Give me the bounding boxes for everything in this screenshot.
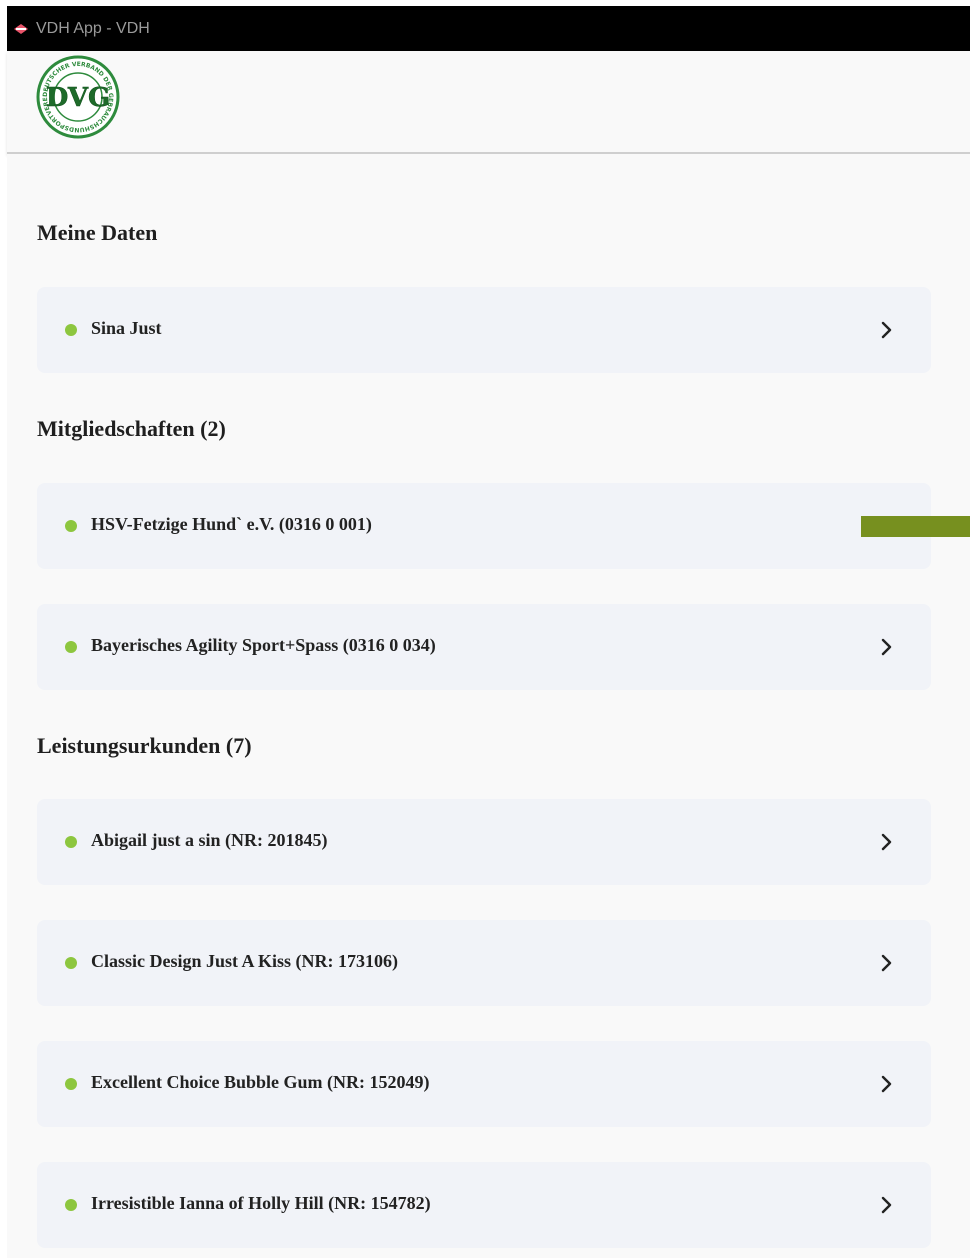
chevron-right-icon [881,1075,892,1093]
list-item-label: Sina Just [91,318,162,338]
side-tab-marker[interactable] [861,516,970,537]
list-item-membership[interactable]: HSV-Fetzige Hund` e.V. (0316 0 001) [37,483,931,569]
svg-text:DVG: DVG [46,83,110,113]
section-title-meine-daten: Meine Daten [37,220,158,245]
window-title: VDH App - VDH [36,19,150,37]
section-title-leistungsurkunden: Leistungsurkunden (7) [37,733,252,758]
status-dot [65,641,77,653]
list-item-certificate[interactable]: Irresistible Ianna of Holly Hill (NR: 15… [37,1162,931,1248]
status-dot [65,520,77,532]
chevron-right-icon [881,321,892,339]
chevron-right-icon [881,638,892,656]
status-dot [65,1199,77,1211]
list-item-label: Irresistible Ianna of Holly Hill (NR: 15… [91,1193,431,1213]
window-titlebar: VDH App - VDH [7,6,970,51]
list-item-certificate[interactable]: Abigail just a sin (NR: 201845) [37,799,931,885]
list-item-label: HSV-Fetzige Hund` e.V. (0316 0 001) [91,514,372,534]
list-item-label: Classic Design Just A Kiss (NR: 173106) [91,951,399,971]
chevron-right-icon [881,1196,892,1214]
app-header: DEUTSCHER VERBAND DER GEBRAUCHSHUNDSPORT… [7,50,970,154]
chevron-right-icon [881,833,892,851]
list-item-membership[interactable]: Bayerisches Agility Sport+Spass (0316 0 … [37,604,931,690]
main-content: Meine Daten Sina Just Mitgliedschaften (… [7,154,970,1258]
list-item-label: Abigail just a sin (NR: 201845) [91,830,328,850]
list-item-label: Bayerisches Agility Sport+Spass (0316 0 … [91,635,436,655]
status-dot [65,324,77,336]
vdh-app-icon [14,23,28,34]
section-title-mitgliedschaften: Mitgliedschaften (2) [37,416,226,441]
list-item-certificate[interactable]: Excellent Choice Bubble Gum (NR: 152049) [37,1041,931,1127]
list-item-label: Excellent Choice Bubble Gum (NR: 152049) [91,1072,430,1092]
status-dot [65,957,77,969]
dvg-logo: DEUTSCHER VERBAND DER GEBRAUCHSHUNDSPORT… [33,50,120,139]
chevron-right-icon [881,954,892,972]
status-dot [65,1078,77,1090]
status-dot [65,836,77,848]
list-item-person[interactable]: Sina Just [37,287,931,373]
list-item-certificate[interactable]: Classic Design Just A Kiss (NR: 173106) [37,920,931,1006]
